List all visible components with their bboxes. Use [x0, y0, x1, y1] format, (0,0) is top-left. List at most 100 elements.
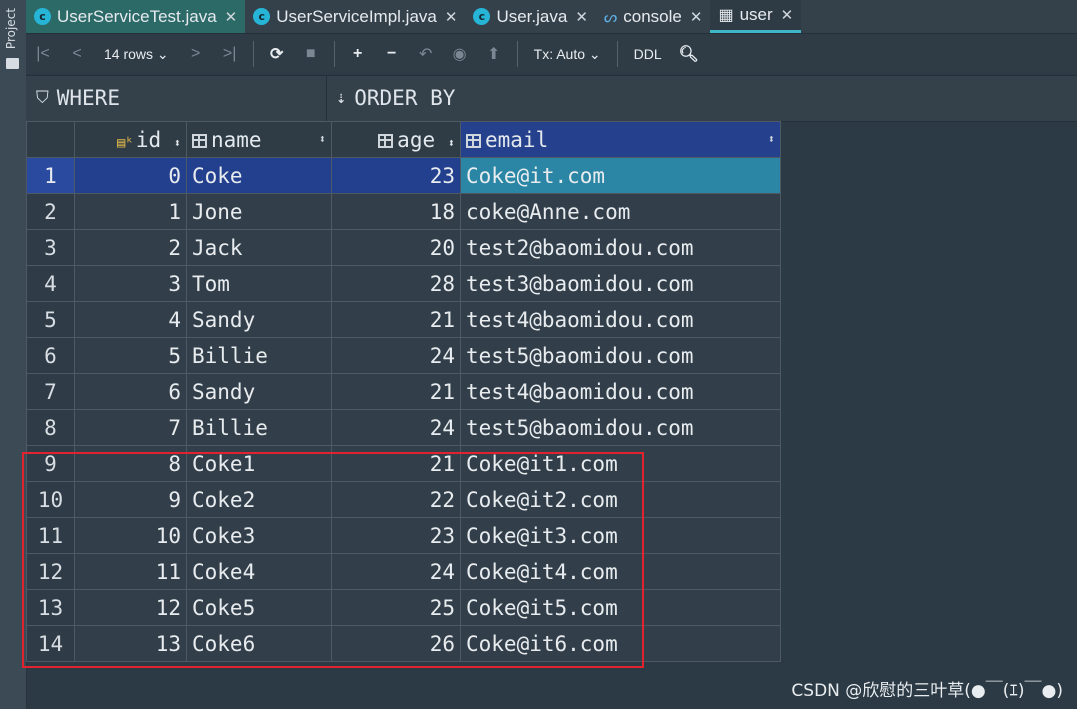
row-number-cell[interactable]: 13 — [26, 589, 75, 626]
prev-page-icon[interactable]: < — [60, 45, 94, 63]
table-row[interactable]: 4 3 Tom 28 test3@baomidou.com — [26, 265, 781, 302]
row-number-cell[interactable]: 11 — [26, 517, 75, 554]
id-cell[interactable]: 2 — [74, 229, 187, 266]
age-cell[interactable]: 23 — [331, 157, 461, 194]
row-number-cell[interactable]: 12 — [26, 553, 75, 590]
name-cell[interactable]: Coke1 — [186, 445, 332, 482]
row-number-cell[interactable]: 2 — [26, 193, 75, 230]
name-cell[interactable]: Sandy — [186, 301, 332, 338]
id-cell[interactable]: 12 — [74, 589, 187, 626]
age-cell[interactable]: 21 — [331, 445, 461, 482]
search-icon[interactable]: 🔍︎ — [672, 44, 706, 64]
column-header-age[interactable]: age ⬍ — [331, 121, 461, 158]
close-icon[interactable]: ✕ — [575, 8, 588, 26]
age-cell[interactable]: 24 — [331, 337, 461, 374]
close-icon[interactable]: ✕ — [690, 8, 703, 26]
sort-toggle-icon[interactable]: ⬍ — [174, 136, 181, 150]
age-cell[interactable]: 23 — [331, 517, 461, 554]
close-icon[interactable]: ✕ — [445, 8, 458, 26]
tab-user-java[interactable]: c User.java ✕ — [465, 0, 595, 33]
tx-mode-dropdown[interactable]: Tx: Auto ⌄ — [524, 46, 611, 63]
tab-userserviceimpl[interactable]: c UserServiceImpl.java ✕ — [245, 0, 465, 33]
email-cell[interactable]: test4@baomidou.com — [460, 301, 781, 338]
email-cell[interactable]: test4@baomidou.com — [460, 373, 781, 410]
age-cell[interactable]: 25 — [331, 589, 461, 626]
row-number-cell[interactable]: 9 — [26, 445, 75, 482]
tab-user-table[interactable]: ▦ user ✕ — [710, 0, 802, 33]
name-cell[interactable]: Billie — [186, 337, 332, 374]
table-row[interactable]: 7 6 Sandy 21 test4@baomidou.com — [26, 373, 781, 410]
row-number-cell[interactable]: 10 — [26, 481, 75, 518]
row-number-cell[interactable]: 4 — [26, 265, 75, 302]
stop-icon[interactable]: ■ — [294, 45, 328, 63]
tab-userservicetest[interactable]: c UserServiceTest.java ✕ — [26, 0, 246, 33]
table-row[interactable]: 14 13 Coke6 26 Coke@it6.com — [26, 625, 781, 662]
where-filter[interactable]: ⛉ WHERE — [36, 86, 120, 110]
id-cell[interactable]: 11 — [74, 553, 187, 590]
email-cell[interactable]: Coke@it1.com — [460, 445, 781, 482]
row-number-cell[interactable]: 8 — [26, 409, 75, 446]
orderby-filter[interactable]: ⇣ ORDER BY — [336, 86, 455, 110]
sort-toggle-icon[interactable]: ⬍ — [448, 136, 455, 150]
id-cell[interactable]: 8 — [74, 445, 187, 482]
id-cell[interactable]: 13 — [74, 625, 187, 662]
age-cell[interactable]: 28 — [331, 265, 461, 302]
age-cell[interactable]: 26 — [331, 625, 461, 662]
email-cell[interactable]: test5@baomidou.com — [460, 337, 781, 374]
column-header-id[interactable]: ▤ᵏid ⬍ — [74, 121, 187, 158]
age-cell[interactable]: 22 — [331, 481, 461, 518]
name-cell[interactable]: Coke6 — [186, 625, 332, 662]
id-cell[interactable]: 3 — [74, 265, 187, 302]
age-cell[interactable]: 20 — [331, 229, 461, 266]
name-cell[interactable]: Coke5 — [186, 589, 332, 626]
table-row[interactable]: 1 0 Coke 23 Coke@it.com — [26, 157, 781, 194]
age-cell[interactable]: 24 — [331, 409, 461, 446]
table-row[interactable]: 2 1 Jone 18 coke@Anne.com — [26, 193, 781, 230]
table-row[interactable]: 13 12 Coke5 25 Coke@it5.com — [26, 589, 781, 626]
refresh-icon[interactable]: ⟳ — [260, 44, 294, 64]
column-header-email[interactable]: email ⬍ — [460, 121, 781, 158]
email-cell[interactable]: Coke@it2.com — [460, 481, 781, 518]
name-cell[interactable]: Tom — [186, 265, 332, 302]
email-cell[interactable]: test2@baomidou.com — [460, 229, 781, 266]
age-cell[interactable]: 18 — [331, 193, 461, 230]
ddl-button[interactable]: DDL — [624, 46, 672, 62]
project-tool-strip[interactable]: Project — [0, 0, 27, 709]
email-cell[interactable]: Coke@it4.com — [460, 553, 781, 590]
email-cell[interactable]: Coke@it6.com — [460, 625, 781, 662]
view-icon[interactable]: ◉ — [443, 44, 477, 64]
add-row-icon[interactable]: + — [341, 45, 375, 63]
id-cell[interactable]: 9 — [74, 481, 187, 518]
name-cell[interactable]: Jack — [186, 229, 332, 266]
revert-icon[interactable]: ↶ — [409, 44, 443, 64]
table-row[interactable]: 10 9 Coke2 22 Coke@it2.com — [26, 481, 781, 518]
sort-toggle-icon[interactable]: ⬍ — [768, 132, 775, 146]
email-cell[interactable]: Coke@it.com — [460, 157, 781, 194]
id-cell[interactable]: 4 — [74, 301, 187, 338]
name-cell[interactable]: Coke2 — [186, 481, 332, 518]
table-row[interactable]: 12 11 Coke4 24 Coke@it4.com — [26, 553, 781, 590]
last-page-icon[interactable]: >| — [213, 45, 247, 63]
row-number-cell[interactable]: 5 — [26, 301, 75, 338]
email-cell[interactable]: test3@baomidou.com — [460, 265, 781, 302]
name-cell[interactable]: Jone — [186, 193, 332, 230]
age-cell[interactable]: 24 — [331, 553, 461, 590]
row-number-cell[interactable]: 14 — [26, 625, 75, 662]
column-header-name[interactable]: name ⬍ — [186, 121, 332, 158]
rows-count-dropdown[interactable]: 14 rows ⌄ — [94, 46, 179, 63]
name-cell[interactable]: Coke3 — [186, 517, 332, 554]
name-cell[interactable]: Billie — [186, 409, 332, 446]
row-number-cell[interactable]: 7 — [26, 373, 75, 410]
sort-toggle-icon[interactable]: ⬍ — [319, 132, 326, 146]
email-cell[interactable]: test5@baomidou.com — [460, 409, 781, 446]
row-number-cell[interactable]: 1 — [26, 157, 75, 194]
name-cell[interactable]: Coke4 — [186, 553, 332, 590]
id-cell[interactable]: 5 — [74, 337, 187, 374]
next-page-icon[interactable]: > — [179, 45, 213, 63]
email-cell[interactable]: Coke@it5.com — [460, 589, 781, 626]
id-cell[interactable]: 10 — [74, 517, 187, 554]
close-icon[interactable]: ✕ — [781, 6, 794, 24]
table-row[interactable]: 9 8 Coke1 21 Coke@it1.com — [26, 445, 781, 482]
email-cell[interactable]: coke@Anne.com — [460, 193, 781, 230]
id-cell[interactable]: 0 — [74, 157, 187, 194]
